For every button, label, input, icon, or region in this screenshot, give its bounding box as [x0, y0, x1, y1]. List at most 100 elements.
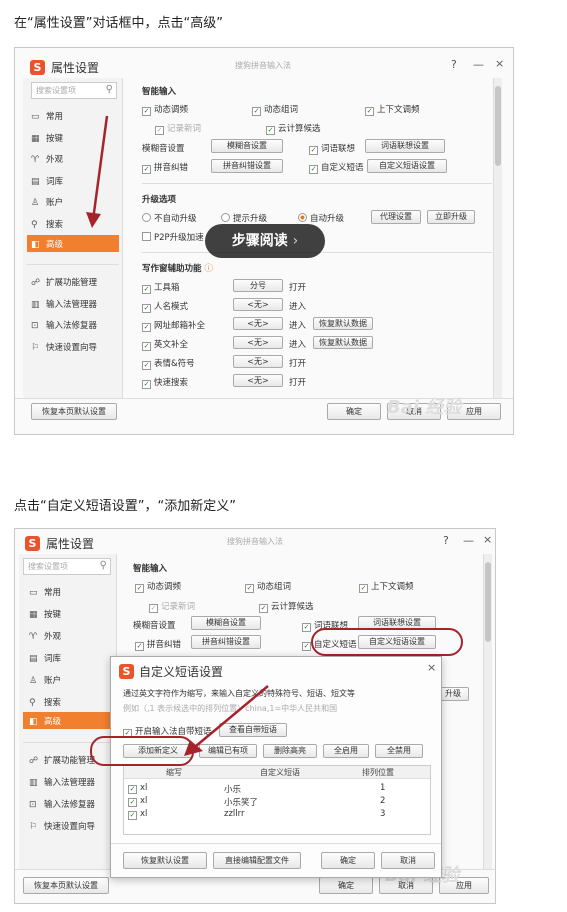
proxy-settings-button[interactable]: 代理设置	[371, 210, 421, 224]
phrase-table: 缩写 自定义短语 排列位置 ✓ xl 小乐 1 ✓ xl 小乐笑了 2 ✓ xl zzllrr 3	[123, 765, 431, 835]
close-button[interactable]: ×	[495, 57, 504, 70]
search-icon: ⚲	[99, 560, 107, 571]
dynamic-word-checkbox[interactable]: ✓ 动态组词	[245, 580, 291, 593]
quick-search-key-button[interactable]: <无>	[233, 374, 283, 387]
column-phrase: 自定义短语	[260, 768, 300, 777]
pinyin-correct-button[interactable]: 拼音纠错设置	[191, 635, 261, 649]
auto-upgrade-radio[interactable]: 自动升级	[298, 212, 344, 224]
english-complete-checkbox[interactable]: ✓ 英文补全	[142, 338, 188, 351]
dialog-close-button[interactable]: ×	[427, 661, 436, 674]
nav-item-common[interactable]: ▭ 常用	[31, 110, 63, 122]
restore-defaults-button[interactable]: 恢复默认设置	[123, 852, 207, 869]
minimize-button[interactable]: —	[473, 58, 484, 71]
enable-all-button[interactable]: 全启用	[323, 744, 369, 758]
minimize-button[interactable]: —	[463, 534, 474, 547]
toolbox-checkbox[interactable]: ✓ 工具箱	[142, 281, 180, 294]
assoc-settings-button[interactable]: 词语联想设置	[365, 139, 445, 153]
english-key-button[interactable]: <无>	[233, 336, 283, 349]
custom-phrase-checkbox[interactable]: ✓ 自定义短语	[309, 161, 364, 174]
context-freq-checkbox[interactable]: ✓ 上下文调频	[365, 103, 420, 116]
window-title: 属性设置	[51, 61, 100, 75]
scrollbar-thumb[interactable]	[495, 86, 501, 166]
nav-item-common[interactable]: ▭ 常用	[29, 586, 61, 598]
custom-phrase-dialog: S 自定义短语设置 × 通过英文字符作为缩写，来输入自定义的特殊符号、短语、短文…	[110, 656, 442, 878]
table-row[interactable]: ✓ xl zzllrr 3	[128, 809, 426, 820]
search-input[interactable]: 搜索设置项 ⚲	[31, 82, 117, 99]
fuzzy-settings-button[interactable]: 模糊音设置	[191, 616, 261, 630]
dialog-ok-button[interactable]: 确定	[321, 852, 375, 869]
dynamic-freq-checkbox[interactable]: ✓ 动态调频	[142, 103, 188, 116]
english-restore-button[interactable]: 恢复默认数据	[313, 336, 373, 349]
restore-page-defaults-button[interactable]: 恢复本页默认设置	[23, 877, 109, 894]
pinyin-correct-checkbox[interactable]: ✓ 拼音纠错	[135, 638, 181, 651]
nav-item-advanced[interactable]: ◧ 高级	[27, 235, 119, 252]
scrollbar[interactable]	[493, 78, 502, 398]
nav-item-extensions[interactable]: ☍ 扩展功能管理	[29, 754, 95, 766]
nav-item-extensions[interactable]: ☍ 扩展功能管理	[31, 276, 97, 288]
url-email-restore-button[interactable]: 恢复默认数据	[313, 317, 373, 330]
pinyin-correct-button[interactable]: 拼音纠错设置	[211, 159, 283, 173]
nav-item-account[interactable]: ♙ 账户	[31, 196, 63, 208]
edit-config-file-button[interactable]: 直接编辑配置文件	[213, 852, 301, 869]
window-title: 属性设置	[46, 537, 95, 551]
nav-item-ime-repair[interactable]: ⊡ 输入法修复器	[31, 319, 97, 331]
close-button[interactable]: ×	[483, 533, 492, 546]
toolbox-key-button[interactable]: 分号	[233, 279, 283, 292]
dynamic-freq-checkbox[interactable]: ✓ 动态调频	[135, 580, 181, 593]
nav-item-ime-manager[interactable]: ▥ 输入法管理器	[31, 298, 97, 310]
advanced-icon: ◧	[29, 717, 38, 727]
ok-button[interactable]: 确定	[327, 403, 381, 420]
emoji-key-button[interactable]: <无>	[233, 355, 283, 368]
table-row[interactable]: ✓ xl 小乐笑了 2	[128, 796, 426, 808]
record-new-checkbox[interactable]: ✓ 记录新词	[155, 122, 201, 135]
url-email-key-button[interactable]: <无>	[233, 317, 283, 330]
nav-item-search[interactable]: ⚲ 搜索	[29, 696, 61, 708]
nav-item-appearance[interactable]: ♈ 外观	[29, 630, 61, 642]
scrollbar-thumb[interactable]	[485, 562, 491, 642]
ok-button[interactable]: 确定	[319, 877, 373, 894]
nav-item-appearance[interactable]: ♈ 外观	[31, 153, 63, 165]
table-row[interactable]: ✓ xl 小乐 1	[128, 783, 426, 795]
emoji-checkbox[interactable]: ✓ 表情&符号	[142, 357, 195, 370]
nav-item-advanced[interactable]: ◧ 高级	[23, 712, 113, 729]
nav-item-keys[interactable]: ▦ 按键	[29, 608, 61, 620]
nav-item-account[interactable]: ♙ 账户	[29, 674, 61, 686]
p2p-checkbox[interactable]: P2P升级加速	[142, 231, 204, 243]
nav-item-keys[interactable]: ▦ 按键	[31, 132, 63, 144]
dynamic-word-checkbox[interactable]: ✓ 动态组词	[252, 103, 298, 116]
nav-item-ime-manager[interactable]: ▥ 输入法管理器	[29, 776, 95, 788]
shirt-icon: ♈	[31, 155, 40, 165]
nav-item-search[interactable]: ⚲ 搜索	[31, 218, 63, 230]
nav-item-quick-wizard[interactable]: ⚐ 快速设置向导	[31, 341, 97, 353]
step-reading-badge[interactable]: 步骤阅读 ›	[205, 224, 325, 258]
dialog-cancel-button[interactable]: 取消	[381, 852, 435, 869]
cloud-candidate-checkbox[interactable]: ✓ 云计算候选	[266, 122, 321, 135]
help-button[interactable]: ?	[443, 534, 449, 547]
record-new-checkbox[interactable]: ✓ 记录新词	[149, 600, 195, 613]
nav-item-ime-repair[interactable]: ⊡ 输入法修复器	[29, 798, 95, 810]
url-email-checkbox[interactable]: ✓ 网址邮箱补全	[142, 319, 205, 332]
nav-item-dict[interactable]: ▤ 词库	[29, 652, 61, 664]
search-input[interactable]: 搜索设置项 ⚲	[23, 558, 111, 575]
name-mode-key-button[interactable]: <无>	[233, 298, 283, 311]
prompt-upgrade-radio[interactable]: 提示升级	[221, 212, 267, 224]
pinyin-correct-checkbox[interactable]: ✓ 拼音纠错	[142, 161, 188, 174]
custom-phrase-button[interactable]: 自定义短语设置	[367, 159, 447, 173]
fuzzy-label: 模糊音设置	[133, 621, 176, 631]
nav-item-dict[interactable]: ▤ 词库	[31, 175, 63, 187]
assoc-checkbox[interactable]: ✓ 词语联想	[309, 142, 355, 155]
context-freq-checkbox[interactable]: ✓ 上下文调频	[359, 580, 414, 593]
nav-item-quick-wizard[interactable]: ⚐ 快速设置向导	[29, 820, 95, 832]
emoji-action: 打开	[289, 359, 307, 369]
quick-search-checkbox[interactable]: ✓ 快速搜索	[142, 376, 188, 389]
fuzzy-settings-button[interactable]: 模糊音设置	[211, 139, 283, 153]
restore-page-defaults-button[interactable]: 恢复本页默认设置	[31, 403, 117, 420]
no-auto-upgrade-radio[interactable]: 不自动升级	[142, 212, 197, 224]
upgrade-now-button[interactable]: 立即升级	[427, 210, 475, 224]
cloud-candidate-checkbox[interactable]: ✓ 云计算候选	[259, 600, 314, 613]
url-email-action: 进入	[289, 321, 307, 331]
scrollbar[interactable]	[483, 554, 492, 869]
help-button[interactable]: ?	[451, 58, 457, 71]
name-mode-checkbox[interactable]: ✓ 人名模式	[142, 300, 188, 313]
disable-all-button[interactable]: 全禁用	[375, 744, 423, 758]
